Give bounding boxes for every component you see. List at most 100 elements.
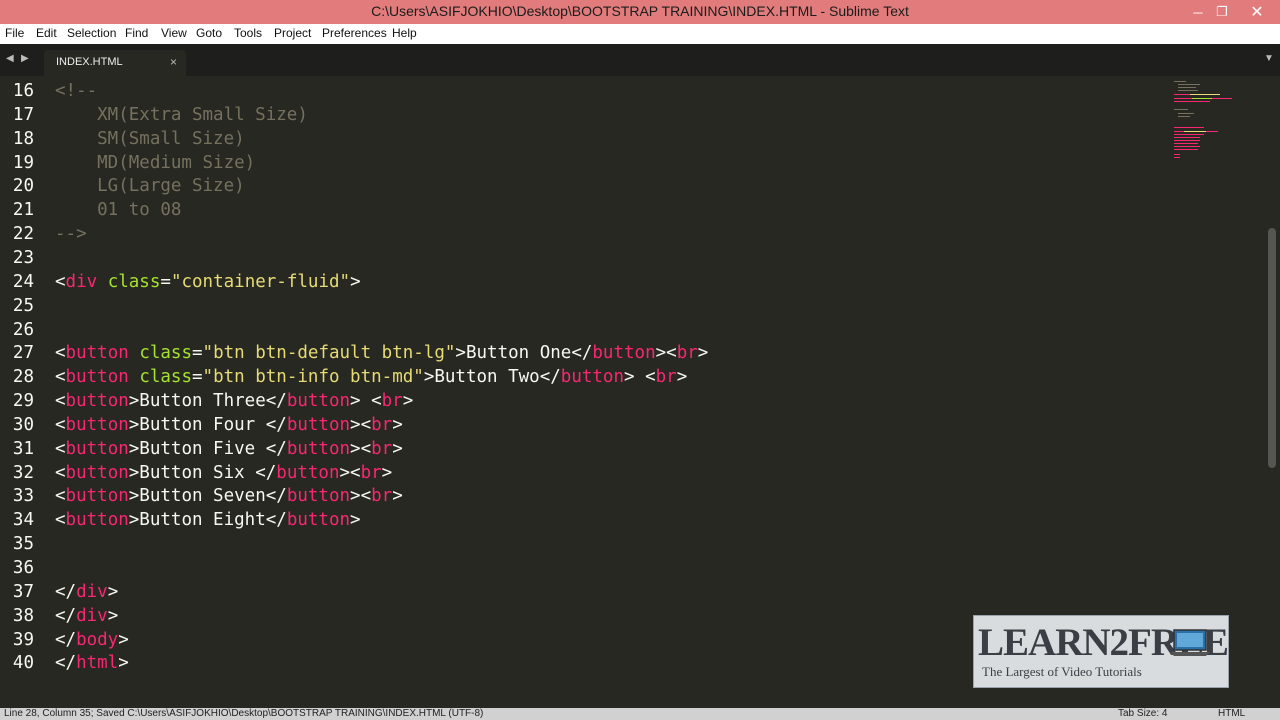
code-token: br [360, 462, 382, 483]
code-line[interactable]: 30 <button>Button Four </button><br> [0, 413, 1170, 437]
code-token: < [55, 510, 66, 531]
menu-project[interactable]: Project [274, 26, 311, 40]
code-token: button [286, 438, 351, 459]
code-token: br [676, 343, 698, 364]
code-token: >Button Five </ [128, 438, 287, 459]
status-position: Line 28, Column 35; Saved C:\Users\ASIFJ… [4, 708, 484, 719]
code-token: < [55, 414, 66, 435]
minimap[interactable] [1170, 79, 1240, 169]
close-icon[interactable]: ✕ [1234, 0, 1280, 24]
line-number: 39 [12, 629, 34, 650]
status-syntax[interactable]: HTML [1218, 708, 1245, 719]
tab-scroll-left-icon[interactable]: ◀ [6, 53, 14, 64]
line-number: 20 [12, 176, 34, 197]
maximize-icon[interactable]: ❐ [1210, 0, 1234, 24]
code-token: >< [339, 462, 361, 483]
menu-tools[interactable]: Tools [234, 26, 262, 40]
line-number: 21 [12, 200, 34, 221]
code-token: > [697, 343, 709, 364]
code-token: > [350, 510, 361, 531]
title-bar: C:\Users\ASIFJOKHIO\Desktop\BOOTSTRAP TR… [0, 0, 1280, 24]
menu-view[interactable]: View [161, 26, 187, 40]
code-token: class [107, 271, 161, 292]
code-line[interactable]: 18 SM(Small Size) [0, 127, 1170, 151]
tab-close-icon[interactable]: × [170, 55, 177, 69]
code-line[interactable]: 17 XM(Extra Small Size) [0, 103, 1170, 127]
tab-scroll-right-icon[interactable]: ▶ [21, 53, 29, 64]
menu-edit[interactable]: Edit [36, 26, 57, 40]
code-line[interactable]: 20 LG(Large Size) [0, 174, 1170, 198]
code-line[interactable]: 35 [0, 532, 1170, 556]
code-token: button [65, 438, 129, 459]
menu-file[interactable]: File [5, 26, 24, 40]
code-token: >Button Seven</ [128, 486, 287, 507]
code-token: > [381, 462, 393, 483]
code-text: </div> [55, 606, 118, 626]
code-line[interactable]: 28 <button class="btn btn-info btn-md">Bu… [0, 365, 1170, 389]
tab-menu-icon[interactable]: ▼ [1264, 53, 1274, 64]
code-line[interactable]: 22 --> [0, 222, 1170, 246]
code-token: button [286, 510, 351, 531]
code-token: button [276, 462, 340, 483]
code-token: > [676, 367, 688, 388]
tab-index-html[interactable]: INDEX.HTML × [44, 50, 186, 76]
watermark-tagline: The Largest of Video Tutorials [982, 664, 1142, 679]
code-text: </html> [55, 653, 129, 673]
code-line[interactable]: 36 [0, 556, 1170, 580]
code-line[interactable]: 34 <button>Button Eight</button> [0, 508, 1170, 532]
minimize-icon[interactable]: ─ [1186, 0, 1210, 24]
code-token: < [55, 271, 66, 292]
code-token: = [192, 343, 203, 364]
code-line[interactable]: 29 <button>Button Three</button> <br> [0, 389, 1170, 413]
menu-goto[interactable]: Goto [196, 26, 222, 40]
code-line[interactable]: 23 [0, 246, 1170, 270]
window-title: C:\Users\ASIFJOKHIO\Desktop\BOOTSTRAP TR… [371, 3, 909, 19]
code-line[interactable]: 27 <button class="btn btn-default btn-lg"… [0, 341, 1170, 365]
code-text: <button>Button Eight</button> [55, 510, 361, 530]
code-token: button [65, 486, 129, 507]
menu-preferences[interactable]: Preferences [322, 26, 387, 40]
code-text: <button class="btn btn-default btn-lg">B… [55, 343, 708, 363]
code-line[interactable]: 26 [0, 318, 1170, 342]
line-number: 17 [12, 104, 34, 125]
line-number: 25 [12, 295, 34, 316]
code-line[interactable]: 33 <button>Button Seven</button><br> [0, 484, 1170, 508]
vertical-scrollbar[interactable] [1268, 228, 1276, 468]
line-number: 34 [12, 510, 34, 531]
code-text: <button>Button Six </button><br> [55, 463, 392, 483]
laptop-icon [1170, 629, 1210, 656]
code-token: MD(Medium Size) [55, 152, 256, 173]
code-text: </div> [55, 582, 118, 602]
code-line[interactable]: 24 <div class="container-fluid"> [0, 270, 1170, 294]
code-token: div [76, 605, 108, 626]
code-line[interactable]: 19 MD(Medium Size) [0, 151, 1170, 175]
code-token: "container-fluid" [170, 271, 351, 292]
code-token: br [655, 367, 677, 388]
code-token: >Button Three</ [128, 391, 287, 412]
code-line[interactable]: 31 <button>Button Five </button><br> [0, 437, 1170, 461]
code-token: class [139, 343, 192, 364]
menu-selection[interactable]: Selection [67, 26, 116, 40]
code-token: < [55, 486, 66, 507]
code-token: < [55, 438, 66, 459]
menu-help[interactable]: Help [392, 26, 417, 40]
tab-label: INDEX.HTML [56, 56, 123, 68]
code-token: button [65, 414, 129, 435]
menu-find[interactable]: Find [125, 26, 148, 40]
learn2free-watermark: LEARN2FREE The Largest of Video Tutorial… [973, 615, 1229, 688]
code-token: button [65, 510, 129, 531]
code-line[interactable]: 21 01 to 08 [0, 198, 1170, 222]
code-line[interactable]: 16 <!-- [0, 79, 1170, 103]
line-number: 31 [12, 438, 34, 459]
status-tab-size[interactable]: Tab Size: 4 [1118, 708, 1167, 719]
code-line[interactable]: 32 <button>Button Six </button><br> [0, 461, 1170, 485]
code-line[interactable]: 25 [0, 294, 1170, 318]
code-token: button [592, 343, 656, 364]
code-token: >Button Eight</ [128, 510, 287, 531]
status-bar: Line 28, Column 35; Saved C:\Users\ASIFJ… [0, 708, 1280, 720]
code-editor[interactable]: 16 <!-- 17 XM(Extra Small Size) 18 SM(Small… [0, 79, 1170, 703]
code-token: </ [55, 581, 77, 602]
code-line[interactable]: 37 </div> [0, 580, 1170, 604]
code-text: <button class="btn btn-info btn-md">Butt… [55, 367, 687, 387]
